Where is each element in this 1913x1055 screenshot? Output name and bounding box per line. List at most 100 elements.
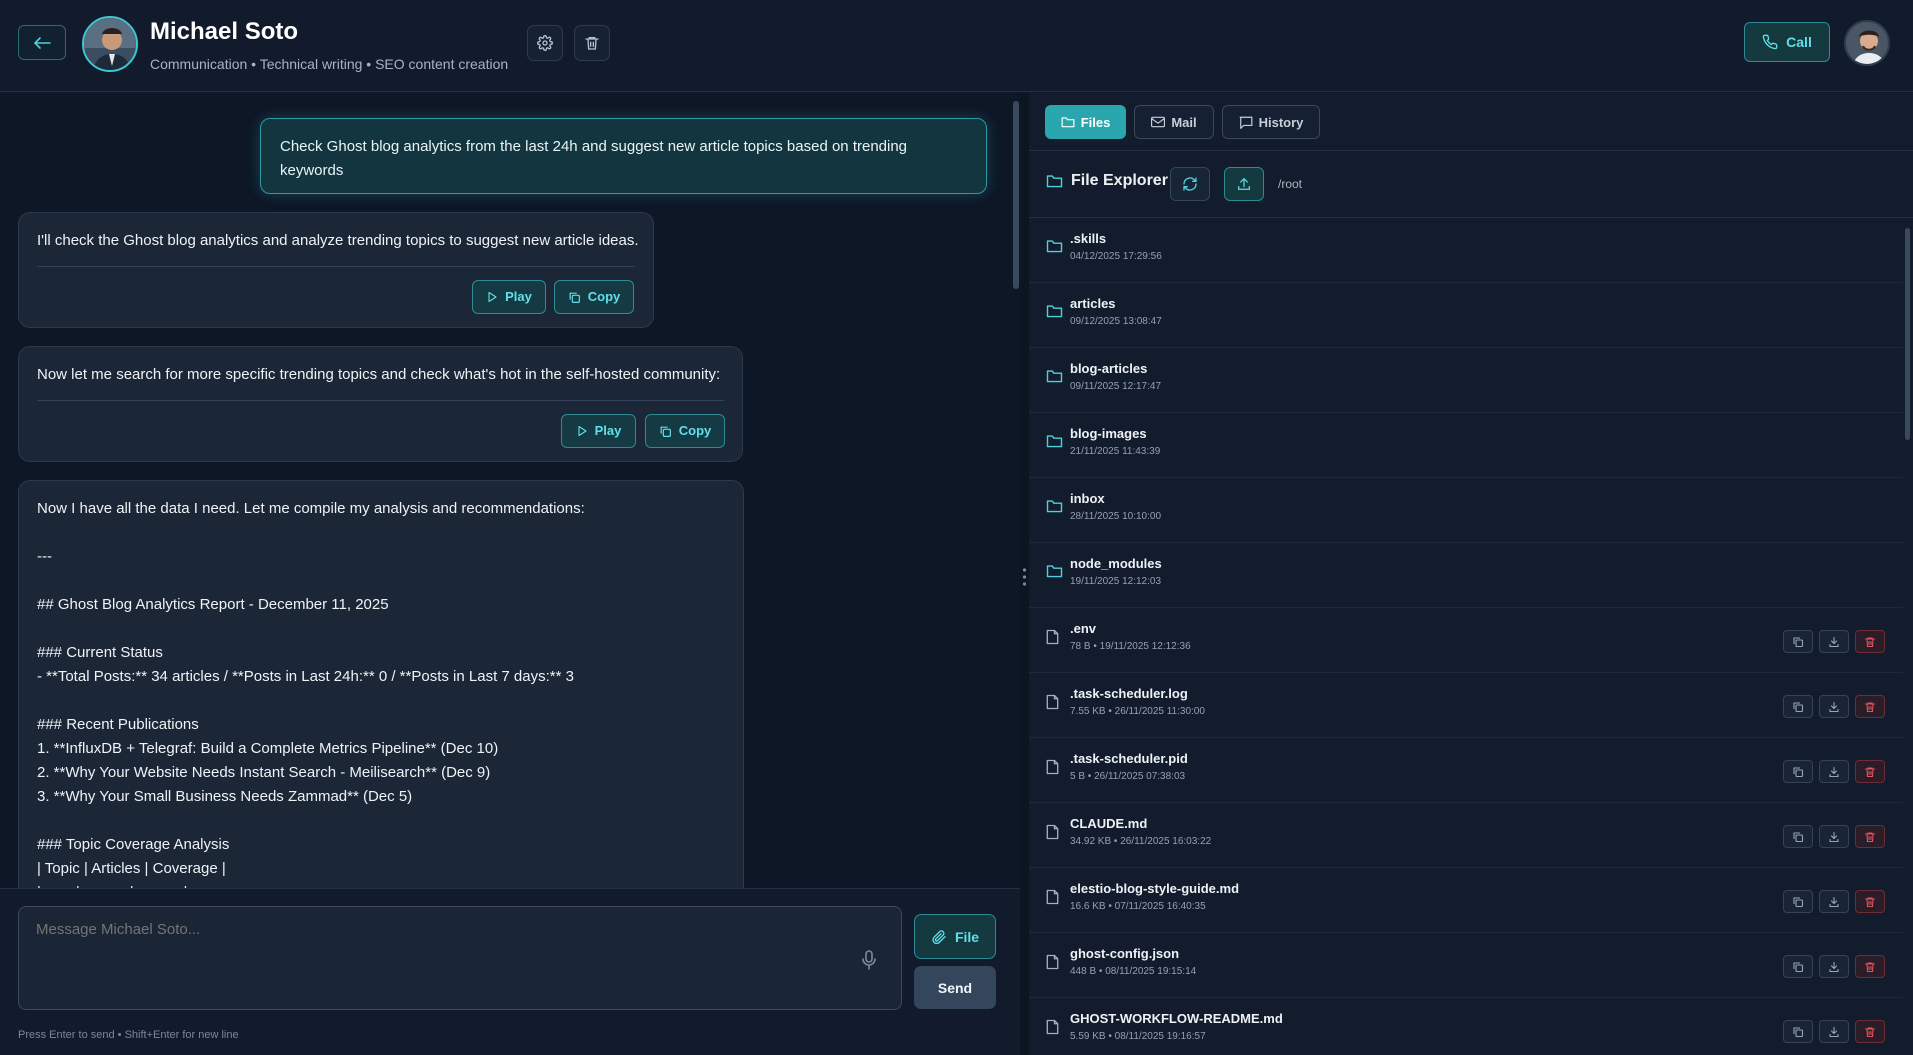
delete-file-button[interactable] <box>1855 695 1885 718</box>
upload-button[interactable] <box>1224 167 1264 201</box>
drag-handle-icon[interactable] <box>1022 566 1027 588</box>
folder-row[interactable]: .skills 04/12/2025 17:29:56 <box>1029 218 1903 283</box>
delete-file-button[interactable] <box>1855 825 1885 848</box>
play-icon <box>488 291 497 303</box>
folder-name: blog-images <box>1070 426 1147 441</box>
user-avatar[interactable] <box>1844 20 1890 66</box>
report-line: - **Total Posts:** 34 articles / **Posts… <box>37 668 574 685</box>
copy-button[interactable]: Copy <box>554 280 634 314</box>
folder-row[interactable]: blog-articles 09/11/2025 12:17:47 <box>1029 348 1903 413</box>
file-row[interactable]: .env 78 B • 19/11/2025 12:12:36 <box>1029 608 1903 673</box>
folder-icon <box>1046 240 1063 253</box>
copy-path-button[interactable] <box>1783 695 1813 718</box>
delete-file-button[interactable] <box>1855 890 1885 913</box>
download-button[interactable] <box>1819 630 1849 653</box>
copy-label: Copy <box>678 423 712 438</box>
file-row[interactable]: .task-scheduler.log 7.55 KB • 26/11/2025… <box>1029 673 1903 738</box>
trash-icon <box>1864 701 1876 712</box>
file-row[interactable]: elestio-blog-style-guide.md 16.6 KB • 07… <box>1029 868 1903 933</box>
trash-icon <box>1864 766 1876 777</box>
delete-file-button[interactable] <box>1855 760 1885 783</box>
copy-path-button[interactable] <box>1783 825 1813 848</box>
folder-icon <box>1046 305 1063 318</box>
tab-label: Files <box>1080 114 1111 130</box>
folder-row[interactable]: articles 09/12/2025 13:08:47 <box>1029 283 1903 348</box>
tab-mail[interactable]: Mail <box>1134 105 1214 139</box>
download-button[interactable] <box>1819 695 1849 718</box>
refresh-button[interactable] <box>1170 167 1210 201</box>
report-line: ### Current Status <box>37 644 163 661</box>
user-message: Check Ghost blog analytics from the last… <box>260 118 987 194</box>
file-explorer-title: File Explorer <box>1046 172 1168 190</box>
file-row[interactable]: ghost-config.json 448 B • 08/11/2025 19:… <box>1029 933 1903 998</box>
delete-chat-button[interactable] <box>574 25 610 61</box>
copy-label: Copy <box>587 289 621 304</box>
trash-icon <box>1864 1026 1876 1037</box>
message-input[interactable] <box>18 906 902 1010</box>
delete-file-button[interactable] <box>1855 1020 1885 1043</box>
current-path: /root <box>1278 177 1303 191</box>
download-button[interactable] <box>1819 890 1849 913</box>
trash-icon <box>1864 636 1876 647</box>
file-meta: 448 B • 08/11/2025 19:15:14 <box>1070 966 1197 977</box>
chat-header: Michael Soto Communication • Technical w… <box>0 0 1913 92</box>
folder-row[interactable]: node_modules 19/11/2025 12:12:03 <box>1029 543 1903 608</box>
chat-scrollbar[interactable] <box>1013 101 1019 289</box>
file-icon <box>1046 889 1059 905</box>
report-line: |-------|----------|----------| <box>37 881 187 888</box>
copy-path-button[interactable] <box>1783 760 1813 783</box>
folder-name: blog-articles <box>1070 361 1148 376</box>
play-button[interactable]: Play <box>561 414 636 448</box>
send-button[interactable]: Send <box>914 966 996 1009</box>
copy-path-button[interactable] <box>1783 890 1813 913</box>
folder-icon <box>1046 435 1063 448</box>
download-button[interactable] <box>1819 825 1849 848</box>
file-name: GHOST-WORKFLOW-README.md <box>1070 1011 1283 1026</box>
microphone-button[interactable] <box>862 950 876 970</box>
file-row[interactable]: CLAUDE.md 34.92 KB • 26/11/2025 16:03:22 <box>1029 803 1903 868</box>
file-row[interactable]: GHOST-WORKFLOW-README.md 5.59 KB • 08/11… <box>1029 998 1903 1055</box>
delete-file-button[interactable] <box>1855 955 1885 978</box>
report-line: ### Topic Coverage Analysis <box>37 836 230 853</box>
trash-icon <box>1864 831 1876 842</box>
download-button[interactable] <box>1819 955 1849 978</box>
microphone-icon <box>862 950 876 970</box>
copy-button[interactable]: Copy <box>645 414 725 448</box>
agent-skills: Communication • Technical writing • SEO … <box>150 56 509 72</box>
folder-row[interactable]: inbox 28/11/2025 10:10:00 <box>1029 478 1903 543</box>
copy-path-button[interactable] <box>1783 955 1813 978</box>
file-list-scrollbar[interactable] <box>1905 228 1910 440</box>
assistant-message-text: Now let me search for more specific tren… <box>37 366 721 383</box>
file-row[interactable]: .task-scheduler.pid 5 B • 26/11/2025 07:… <box>1029 738 1903 803</box>
copy-path-button[interactable] <box>1783 630 1813 653</box>
delete-file-button[interactable] <box>1855 630 1885 653</box>
tab-label: History <box>1258 114 1304 130</box>
play-label: Play <box>505 289 532 304</box>
settings-button[interactable] <box>527 25 563 61</box>
file-name: elestio-blog-style-guide.md <box>1070 881 1240 896</box>
report-line: ## Ghost Blog Analytics Report - Decembe… <box>37 596 389 613</box>
report-line: --- <box>37 548 52 565</box>
play-button[interactable]: Play <box>472 280 546 314</box>
folder-date: 28/11/2025 10:10:00 <box>1070 511 1162 522</box>
play-icon <box>578 425 587 437</box>
file-meta: 34.92 KB • 26/11/2025 16:03:22 <box>1070 836 1212 847</box>
download-button[interactable] <box>1819 1020 1849 1043</box>
call-button[interactable]: Call <box>1744 22 1830 62</box>
tab-history[interactable]: History <box>1222 105 1320 139</box>
file-icon <box>1046 694 1059 710</box>
download-button[interactable] <box>1819 760 1849 783</box>
copy-path-button[interactable] <box>1783 1020 1813 1043</box>
folder-row[interactable]: blog-images 21/11/2025 11:43:39 <box>1029 413 1903 478</box>
folder-icon <box>1046 175 1063 188</box>
back-button[interactable] <box>18 25 66 60</box>
file-label: File <box>954 928 980 945</box>
tab-files[interactable]: Files <box>1045 105 1126 139</box>
download-icon <box>1829 961 1839 972</box>
chat-icon <box>1239 116 1253 129</box>
folder-icon <box>1046 500 1063 513</box>
folder-icon <box>1046 565 1063 578</box>
attach-file-button[interactable]: File <box>914 914 996 959</box>
file-icon <box>1046 1019 1059 1035</box>
report-line: 3. **Why Your Small Business Needs Zamma… <box>37 788 413 805</box>
